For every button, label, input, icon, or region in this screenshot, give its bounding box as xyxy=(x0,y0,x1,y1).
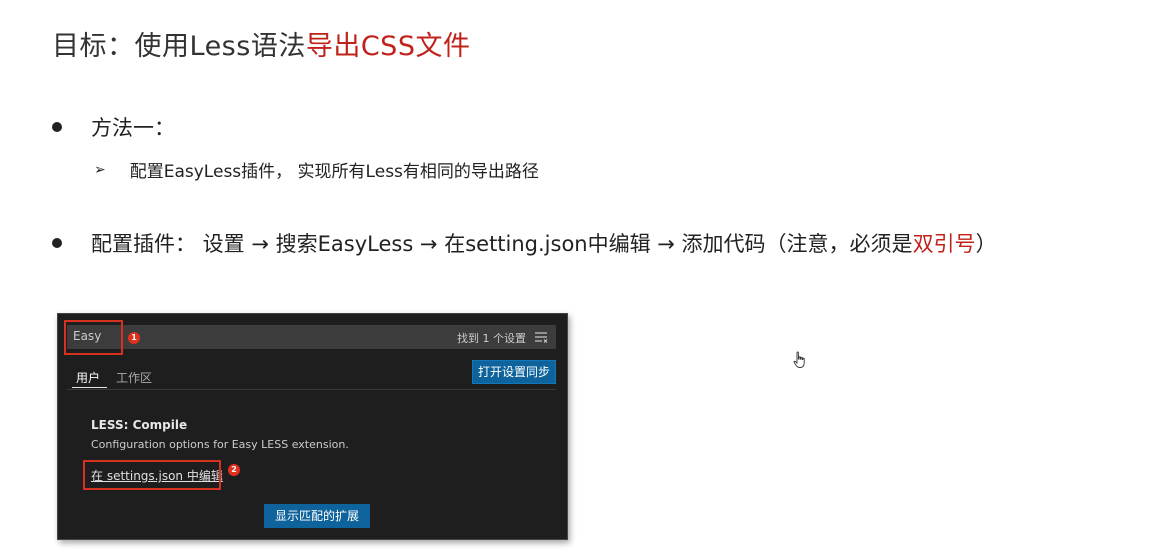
tab-workspace[interactable]: 工作区 xyxy=(116,369,152,386)
setting-description: Configuration options for Easy LESS exte… xyxy=(91,438,349,451)
config-suffix: ） xyxy=(975,232,997,256)
settings-search-bar[interactable]: Easy 找到 1 个设置 xyxy=(67,325,556,349)
method-one-label: 方法一： xyxy=(91,116,175,140)
bullet-dot xyxy=(52,238,62,248)
step-badge-1: 1 xyxy=(128,332,140,344)
search-result-count: 找到 1 个设置 xyxy=(457,332,526,345)
vscode-settings-panel: Easy 找到 1 个设置 1 用户 工作区 打开设置同步 LESS: Comp… xyxy=(57,313,568,540)
edit-link-highlight-box xyxy=(83,460,221,490)
config-steps-text: 配置插件： 设置 → 搜索EasyLess → 在setting.json中编辑… xyxy=(91,228,997,258)
active-tab-indicator xyxy=(72,387,107,388)
hand-pointer-icon xyxy=(793,351,805,368)
sub-bullet-easyless: ➢ 配置EasyLess插件， 实现所有Less有相同的导出路径 xyxy=(94,157,539,183)
setting-title: LESS: Compile xyxy=(91,418,188,432)
title-accent: 导出CSS文件 xyxy=(305,31,471,62)
filter-list-icon[interactable] xyxy=(534,330,548,344)
method-one-sub-text: 配置EasyLess插件， 实现所有Less有相同的导出路径 xyxy=(129,162,539,182)
tab-user[interactable]: 用户 xyxy=(76,369,100,386)
config-accent: 双引号 xyxy=(912,232,976,256)
search-highlight-box xyxy=(64,320,123,355)
config-prefix: 配置插件： 设置 → 搜索EasyLess → 在setting.json中编辑… xyxy=(91,232,913,256)
bullet-config-plugin: 配置插件： 设置 → 搜索EasyLess → 在setting.json中编辑… xyxy=(52,228,997,258)
step-badge-2: 2 xyxy=(228,464,240,476)
tab-divider xyxy=(67,389,556,390)
title-prefix: 目标：使用Less语法 xyxy=(52,31,306,62)
open-settings-sync-button[interactable]: 打开设置同步 xyxy=(472,360,556,384)
bullet-method-one: 方法一： xyxy=(52,112,175,142)
sub-bullet-arrow-icon: ➢ xyxy=(94,161,106,178)
bullet-dot xyxy=(52,122,62,132)
show-matching-extensions-button[interactable]: 显示匹配的扩展 xyxy=(264,504,370,528)
page-title: 目标：使用Less语法导出CSS文件 xyxy=(52,24,470,63)
